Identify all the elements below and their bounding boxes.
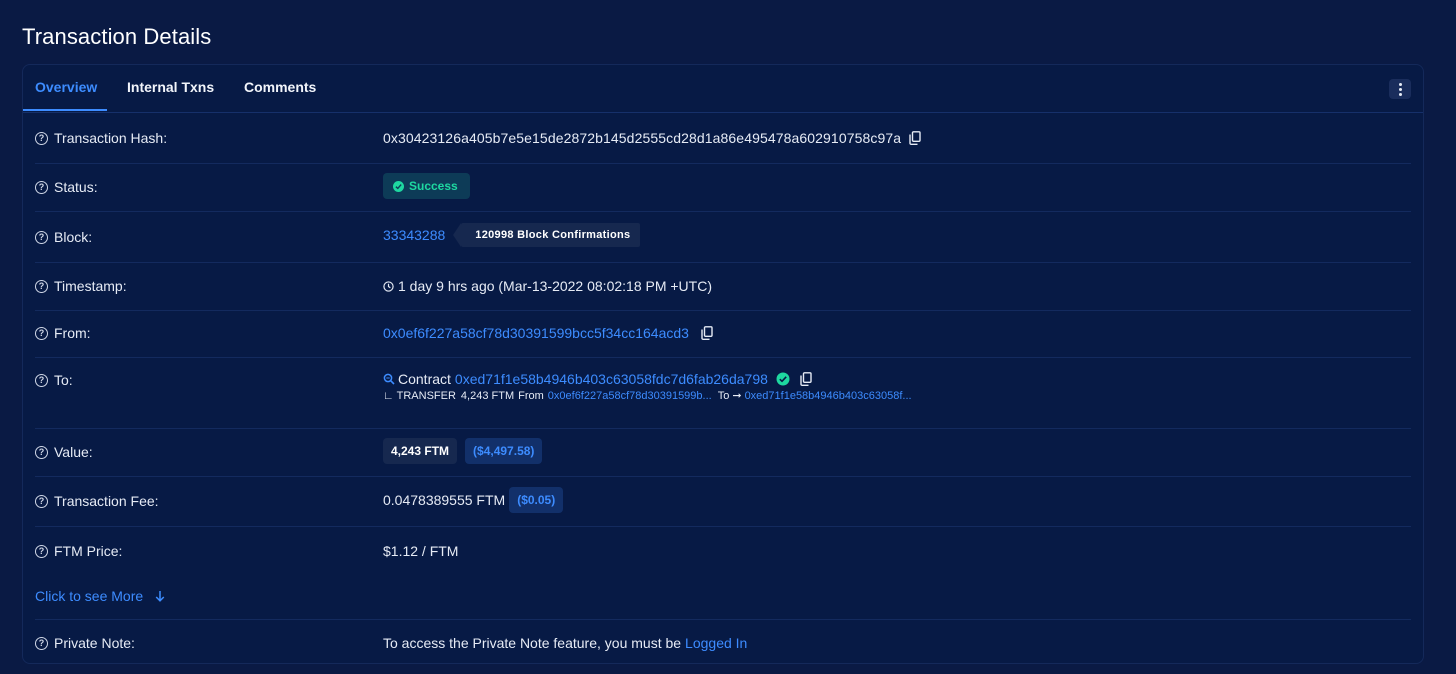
see-more-link[interactable]: Click to see More <box>35 588 165 604</box>
label-status: Status: <box>54 179 98 195</box>
arrow-right-icon: ➞ <box>732 390 742 402</box>
help-icon: ? <box>35 445 48 459</box>
tab-bar: Overview Internal Txns Comments <box>23 65 1423 113</box>
help-icon: ? <box>35 494 48 508</box>
help-icon: ? <box>35 180 48 194</box>
transfer-from-label: From <box>518 389 544 402</box>
label-to: To: <box>54 372 73 388</box>
help-icon: ? <box>35 373 48 387</box>
token-transfer-line: ∟ TRANSFER 4,243 FTM From 0x0ef6f227a58c… <box>383 389 912 403</box>
help-icon: ? <box>35 279 48 293</box>
row-block: ? Block: 33343288 120998 Block Confirmat… <box>35 211 1411 263</box>
copy-icon[interactable] <box>701 326 713 340</box>
help-icon: ? <box>35 326 48 340</box>
more-options-button[interactable] <box>1389 79 1411 99</box>
logged-in-link[interactable]: Logged In <box>685 635 747 651</box>
transfer-prefix: ∟ TRANSFER <box>383 389 456 402</box>
to-address-link[interactable]: 0xed71f1e58b4946b403c63058fdc7d6fab26da7… <box>455 371 768 387</box>
tab-internal-txns[interactable]: Internal Txns <box>127 79 214 95</box>
page-title: Transaction Details <box>22 24 212 49</box>
value-usd-badge: ($4,497.58) <box>465 438 543 464</box>
row-status: ? Status: Success <box>35 163 1411 212</box>
help-icon: ? <box>35 230 48 244</box>
row-ftm-price: ? FTM Price: $1.12 / FTM <box>35 526 1411 576</box>
contract-search-icon <box>383 373 395 385</box>
clock-icon <box>383 280 394 292</box>
label-transaction-hash: Transaction Hash: <box>54 130 168 146</box>
transfer-to-label: To <box>717 389 730 402</box>
row-transaction-hash: ? Transaction Hash: 0x30423126a405b7e5e1… <box>35 113 1411 164</box>
tab-comments[interactable]: Comments <box>244 79 316 95</box>
row-to: ? To: Contract 0xed71f1e58b4946b403c6305… <box>35 357 1411 429</box>
label-ftm-price: FTM Price: <box>54 543 123 559</box>
check-circle-icon <box>393 180 404 192</box>
contract-label: Contract <box>398 371 451 387</box>
verified-check-icon <box>776 372 790 386</box>
label-private-note: Private Note: <box>54 635 135 651</box>
from-address-link[interactable]: 0x0ef6f227a58cf78d30391599bcc5f34cc164ac… <box>383 325 689 341</box>
help-icon: ? <box>35 131 48 145</box>
see-more-label: Click to see More <box>35 588 144 604</box>
status-text: Success <box>409 179 458 193</box>
timestamp-value: 1 day 9 hrs ago (Mar-13-2022 08:02:18 PM… <box>398 278 712 294</box>
label-timestamp: Timestamp: <box>54 278 127 294</box>
block-number-link[interactable]: 33343288 <box>383 227 445 243</box>
row-private-note: ? Private Note: To access the Private No… <box>35 620 1411 664</box>
fee-amount: 0.0478389555 FTM <box>383 492 506 508</box>
transfer-to-link[interactable]: 0xed71f1e58b4946b403c63058f... <box>745 390 912 402</box>
fee-usd-badge: ($0.05) <box>509 487 564 513</box>
transaction-hash-value: 0x30423126a405b7e5e15de2872b145d2555cd28… <box>383 130 902 146</box>
row-value: ? Value: 4,243 FTM ($4,497.58) <box>35 428 1411 477</box>
private-note-text: To access the Private Note feature, you … <box>383 635 682 651</box>
label-transaction-fee: Transaction Fee: <box>54 493 159 509</box>
value-amount-badge: 4,243 FTM <box>383 438 458 464</box>
transaction-card: Overview Internal Txns Comments ? Transa… <box>22 64 1424 664</box>
status-badge: Success <box>383 173 470 199</box>
tab-overview[interactable]: Overview <box>35 79 97 95</box>
copy-icon[interactable] <box>909 131 921 145</box>
more-vertical-icon <box>1398 82 1402 96</box>
row-timestamp: ? Timestamp: 1 day 9 hrs ago (Mar-13-202… <box>35 262 1411 311</box>
arrow-down-icon <box>155 590 165 602</box>
help-icon: ? <box>35 544 48 558</box>
label-block: Block: <box>54 229 93 245</box>
active-tab-indicator <box>23 109 107 111</box>
row-transaction-fee: ? Transaction Fee: 0.0478389555 FTM ($0.… <box>35 476 1411 527</box>
block-confirmations-badge: 120998 Block Confirmations <box>453 223 641 247</box>
label-value: Value: <box>54 444 93 460</box>
transfer-amount: 4,243 FTM <box>460 389 515 402</box>
label-from: From: <box>54 325 91 341</box>
help-icon: ? <box>35 636 48 650</box>
transfer-from-link[interactable]: 0x0ef6f227a58cf78d30391599b... <box>548 390 712 402</box>
row-from: ? From: 0x0ef6f227a58cf78d30391599bcc5f3… <box>35 310 1411 358</box>
copy-icon[interactable] <box>800 372 812 386</box>
ftm-price-value: $1.12 / FTM <box>383 543 459 559</box>
